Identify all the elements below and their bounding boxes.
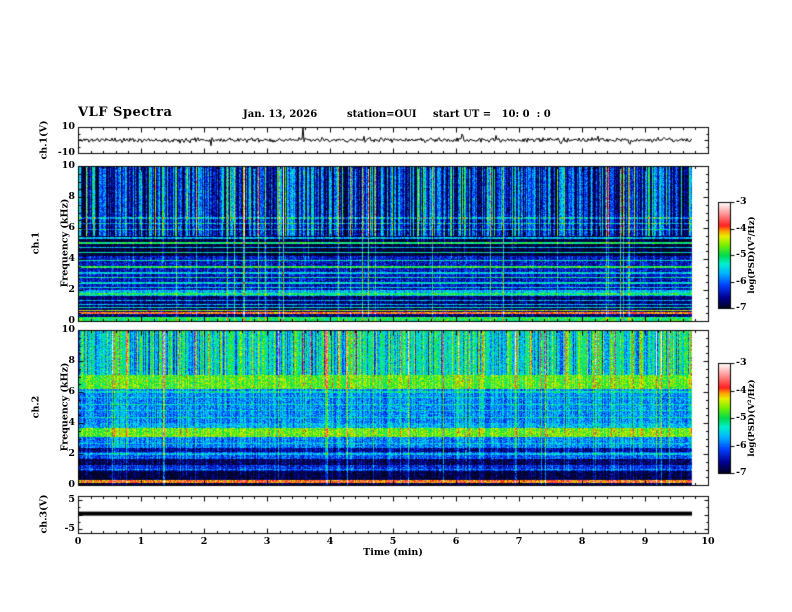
x-tick-label: 5 bbox=[389, 536, 397, 547]
vlf-spectra-figure: VLF Spectra Jan. 13, 2026 station=OUI st… bbox=[0, 0, 792, 612]
colorbar-tick-label: -6 bbox=[736, 275, 747, 287]
ch1-frequency-tick-label: 4 bbox=[68, 253, 75, 264]
ch1-voltage-tick-label: -10 bbox=[57, 147, 75, 158]
ch1-frequency-tick-label: 10 bbox=[61, 160, 75, 171]
x-tick-label: 0 bbox=[74, 536, 82, 547]
x-tick-label: 7 bbox=[515, 536, 523, 547]
x-tick-label: 3 bbox=[263, 536, 271, 547]
colorbar1-axis-label: log(PSD)(V²/Hz) bbox=[746, 216, 757, 294]
colorbar-tick-label: -3 bbox=[736, 357, 747, 368]
ch2-frequency-tick-label: 8 bbox=[68, 355, 75, 366]
ch2-frequency-tick-label: 4 bbox=[68, 417, 75, 428]
x-tick-label: 10 bbox=[701, 536, 715, 547]
station-label: station=OUI bbox=[347, 109, 417, 120]
x-tick-label: 4 bbox=[326, 536, 334, 547]
ch2-frequency-tick-label: 2 bbox=[68, 448, 75, 459]
ch2-frequency-tick-label: 0 bbox=[68, 479, 75, 490]
colorbar-tick-label: -5 bbox=[736, 249, 747, 260]
plot-canvas bbox=[0, 0, 792, 612]
x-tick-label: 1 bbox=[137, 536, 145, 547]
ch3-voltage-tick-label: 5 bbox=[68, 494, 75, 505]
ch2-label: ch.2 bbox=[30, 395, 42, 419]
x-tick-label: 6 bbox=[452, 536, 460, 547]
x-tick-label: 8 bbox=[578, 536, 586, 547]
colorbar-tick-label: -4 bbox=[736, 222, 747, 234]
ch1-label: ch.1 bbox=[30, 231, 42, 255]
ch2-frequency-tick-label: 6 bbox=[68, 386, 75, 397]
x-tick-label: 2 bbox=[200, 536, 208, 547]
x-tick-label: 9 bbox=[641, 536, 649, 547]
ch1-frequency-tick-label: 8 bbox=[68, 191, 75, 202]
colorbar-tick-label: -6 bbox=[736, 439, 747, 451]
ch1-frequency-tick-label: 6 bbox=[68, 222, 75, 233]
ch3-voltage-tick-label: -5 bbox=[64, 523, 75, 534]
figure-title: VLF Spectra bbox=[78, 105, 173, 120]
time-axis-label: Time (min) bbox=[363, 547, 423, 558]
colorbar2-axis-label: log(PSD)(V²/Hz) bbox=[746, 379, 757, 457]
ch3-voltage-axis-label: ch.3(V) bbox=[38, 494, 50, 534]
start-ut-label: start UT = 10: 0 : 0 bbox=[433, 109, 551, 120]
colorbar-tick-label: -5 bbox=[736, 412, 747, 423]
ch2-frequency-tick-label: 10 bbox=[61, 324, 75, 335]
colorbar-tick-label: -7 bbox=[736, 302, 747, 313]
ch1-frequency-tick-label: 2 bbox=[68, 284, 75, 295]
colorbar-tick-label: -3 bbox=[736, 196, 747, 207]
date-label: Jan. 13, 2026 bbox=[243, 109, 318, 120]
ch1-voltage-tick-label: 10 bbox=[61, 121, 75, 132]
colorbar-tick-label: -7 bbox=[736, 467, 747, 478]
colorbar-tick-label: -4 bbox=[736, 384, 747, 396]
